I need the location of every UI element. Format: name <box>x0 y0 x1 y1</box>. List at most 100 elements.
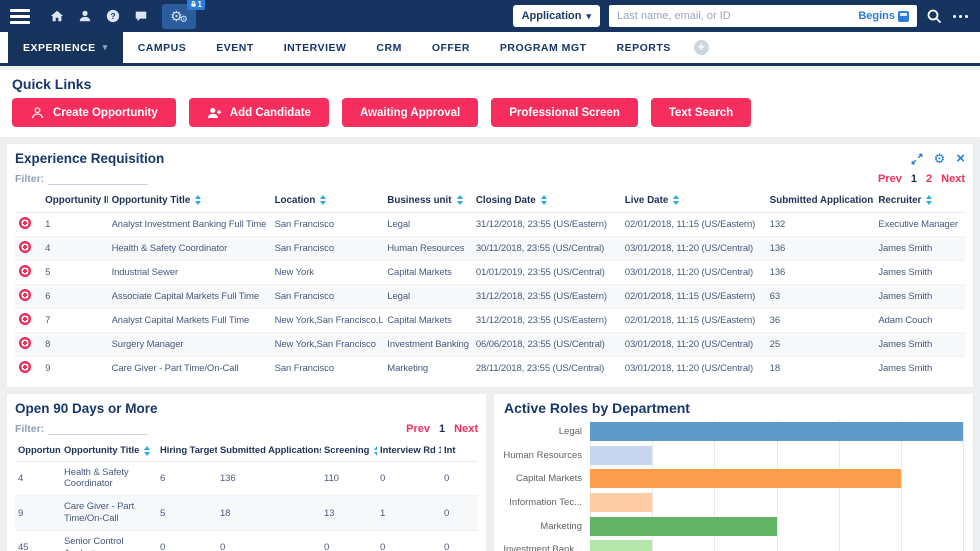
open-record-icon[interactable] <box>19 241 31 253</box>
locked-notification-badge: 1 <box>187 0 205 10</box>
application-dropdown[interactable]: Application ▾ <box>513 5 600 27</box>
column-label: Interview Rd 1 <box>380 444 441 455</box>
add-candidate-button[interactable]: Add Candidate <box>189 98 329 127</box>
cell: New York,San Francisco,LA <box>271 309 384 333</box>
cell: Analyst Capital Markets Full Time <box>108 309 271 333</box>
column-header-opportunity-title[interactable]: Opportunity Title <box>61 439 157 461</box>
tab-campus[interactable]: CAMPUS <box>123 32 202 63</box>
column-header-business-unit[interactable]: Business unit <box>383 189 472 213</box>
awaiting-approval-button[interactable]: Awaiting Approval <box>342 98 478 127</box>
cell: 63 <box>766 285 875 309</box>
module-tabs: EXPERIENCE▾CAMPUSEVENTINTERVIEWCRMOFFERP… <box>8 32 686 63</box>
category-label: Human Resources <box>504 444 590 468</box>
top-navbar: ? ⚙ ⚙ 1 Application ▾ Begins <box>0 0 980 32</box>
next-page-button[interactable]: Next <box>941 173 965 185</box>
bar-row <box>590 444 963 468</box>
column-header-submitted-applications[interactable]: Submitted Applications <box>217 439 321 461</box>
expand-panel-icon[interactable] <box>911 153 923 165</box>
cell: 31/12/2018, 23:55 (US/Eastern) <box>472 213 621 237</box>
cell: Legal <box>383 285 472 309</box>
column-header-closing-date[interactable]: Closing Date <box>472 189 621 213</box>
column-header-opportunity-id[interactable]: Opportunity ID <box>41 189 107 213</box>
column-header-location[interactable]: Location <box>271 189 384 213</box>
more-options-icon[interactable] <box>951 11 970 22</box>
bar-row <box>590 467 963 491</box>
chat-icon[interactable] <box>134 9 148 23</box>
cell: 03/01/2018, 11:20 (US/Central) <box>621 357 766 381</box>
open-90-filter-input[interactable] <box>48 421 148 435</box>
requisition-pagination: Prev 12 Next <box>878 173 965 185</box>
table-row[interactable]: 4Health & Safety Coordinator613611000 <box>15 461 478 496</box>
help-icon[interactable]: ? <box>106 9 120 23</box>
cell: 1 <box>377 496 441 531</box>
table-row[interactable]: 8Surgery ManagerNew York,San FranciscoIn… <box>15 333 965 357</box>
table-row[interactable]: 4Health & Safety CoordinatorSan Francisc… <box>15 237 965 261</box>
page-button-2[interactable]: 2 <box>926 173 932 185</box>
badge-count: 1 <box>198 0 202 9</box>
tab-experience[interactable]: EXPERIENCE▾ <box>8 32 123 63</box>
tab-event[interactable]: EVENT <box>201 32 269 63</box>
open-90-title: Open 90 Days or More <box>15 401 158 416</box>
open-record-icon[interactable] <box>19 265 31 277</box>
cell: James Smith <box>874 261 965 285</box>
column-label: Opportunity ID <box>18 444 61 455</box>
column-header-live-date[interactable]: Live Date <box>621 189 766 213</box>
open-record-icon[interactable] <box>19 361 31 373</box>
column-header-interview-rd-1[interactable]: Interview Rd 1 <box>377 439 441 461</box>
create-opportunity-button[interactable]: Create Opportunity <box>12 98 176 127</box>
professional-screen-button[interactable]: Professional Screen <box>491 98 638 127</box>
next-page-button[interactable]: Next <box>454 423 478 435</box>
open-record-icon[interactable] <box>19 337 31 349</box>
settings-button[interactable]: ⚙ ⚙ 1 <box>162 4 196 29</box>
add-tab-button[interactable]: + <box>694 40 709 55</box>
cell: Capital Markets <box>383 309 472 333</box>
column-header-submitted-applications[interactable]: Submitted Applications <box>766 189 875 213</box>
prev-page-button[interactable]: Prev <box>406 423 430 435</box>
open-record-icon[interactable] <box>19 217 31 229</box>
column-header-opportunity-title[interactable]: Opportunity Title <box>108 189 271 213</box>
tab-offer[interactable]: OFFER <box>417 32 485 63</box>
table-row[interactable]: 9Care Giver - Part Time/On-Call5181310 <box>15 496 478 531</box>
user-outline-icon <box>30 106 45 120</box>
home-icon[interactable] <box>50 9 64 23</box>
search-input[interactable] <box>617 10 852 22</box>
open-record-icon[interactable] <box>19 313 31 325</box>
cell: Adam Couch <box>874 309 965 333</box>
open-record-icon[interactable] <box>19 289 31 301</box>
prev-page-button[interactable]: Prev <box>878 173 902 185</box>
tab-reports[interactable]: REPORTS <box>602 32 686 63</box>
hamburger-menu-icon[interactable] <box>10 9 30 24</box>
close-panel-icon[interactable]: × <box>956 151 965 166</box>
tab-interview[interactable]: INTERVIEW <box>269 32 362 63</box>
user-icon[interactable] <box>78 9 92 23</box>
column-header-opportunity-id[interactable]: Opportunity ID <box>15 439 61 461</box>
column-header-recruiter[interactable]: Recruiter <box>874 189 965 213</box>
table-row[interactable]: 1Analyst Investment Banking Full TimeSan… <box>15 213 965 237</box>
text-search-button[interactable]: Text Search <box>651 98 751 127</box>
search-icon[interactable] <box>926 8 942 24</box>
cell: Investment Banking <box>383 333 472 357</box>
expand-cell <box>15 213 41 237</box>
begins-match-selector[interactable]: Begins <box>858 10 909 22</box>
chart-plot-area <box>590 420 963 551</box>
table-row[interactable]: 6Associate Capital Markets Full TimeSan … <box>15 285 965 309</box>
cell: San Francisco <box>271 237 384 261</box>
table-row[interactable]: 9Care Giver - Part Time/On-CallSan Franc… <box>15 357 965 381</box>
column-label: Submitted Applications <box>770 195 875 206</box>
requisition-filter-input[interactable] <box>48 171 148 185</box>
table-row[interactable]: 5Industrial SewerNew YorkCapital Markets… <box>15 261 965 285</box>
table-row[interactable]: 7Analyst Capital Markets Full TimeNew Yo… <box>15 309 965 333</box>
tab-program-mgt[interactable]: PROGRAM MGT <box>485 32 602 63</box>
cell: Health & Safety Coordinator <box>108 237 271 261</box>
column-header-screening[interactable]: Screening <box>321 439 377 461</box>
page-button-1[interactable]: 1 <box>911 173 917 185</box>
bar-investment-bank <box>590 540 652 551</box>
sort-icon <box>457 195 463 205</box>
page-button-1[interactable]: 1 <box>439 423 445 435</box>
column-label: Business unit <box>387 195 451 206</box>
column-header-int[interactable]: Int <box>441 439 478 461</box>
table-row[interactable]: 45Senior Control Analyst00000 <box>15 531 478 551</box>
column-header-hiring-target[interactable]: Hiring Target <box>157 439 217 461</box>
tab-crm[interactable]: CRM <box>361 32 416 63</box>
panel-settings-icon[interactable]: ⚙ <box>934 152 946 165</box>
